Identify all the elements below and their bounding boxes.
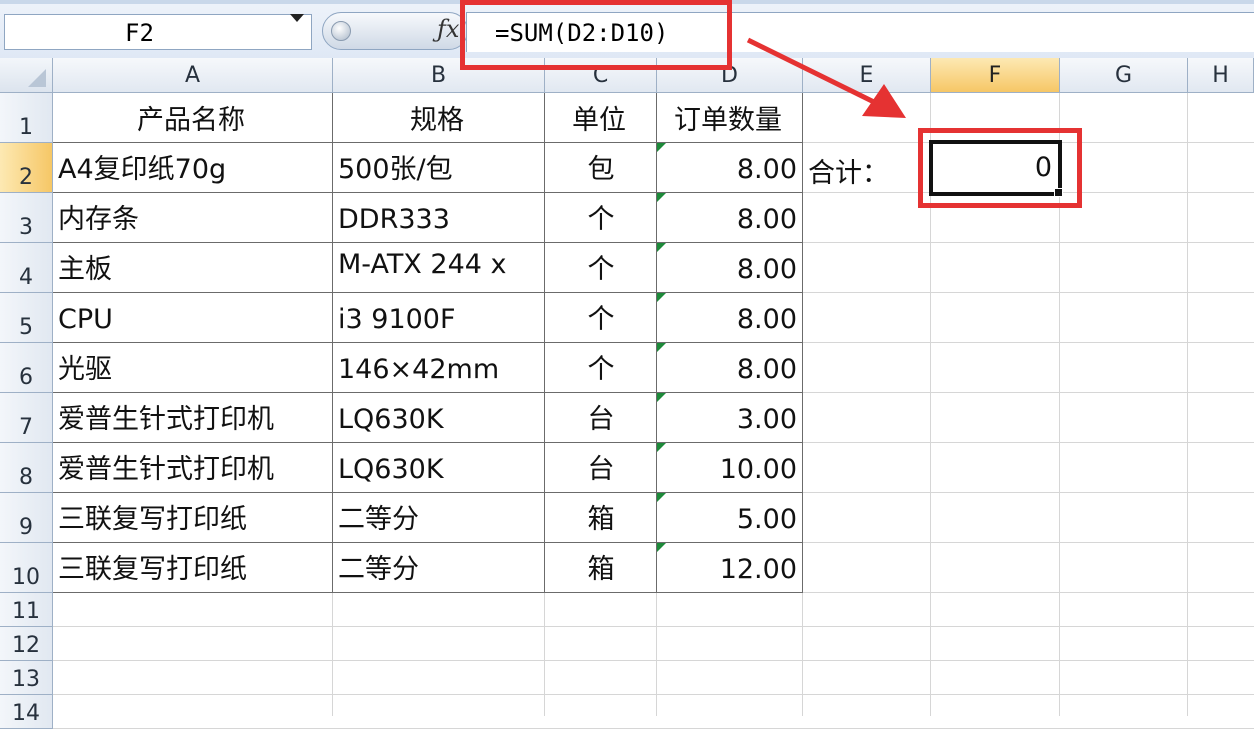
annotation-overlay — [746, 37, 906, 118]
annotation-arrow-line — [746, 37, 880, 107]
formula-highlight-box — [460, 0, 732, 70]
result-highlight-box — [918, 128, 1082, 208]
